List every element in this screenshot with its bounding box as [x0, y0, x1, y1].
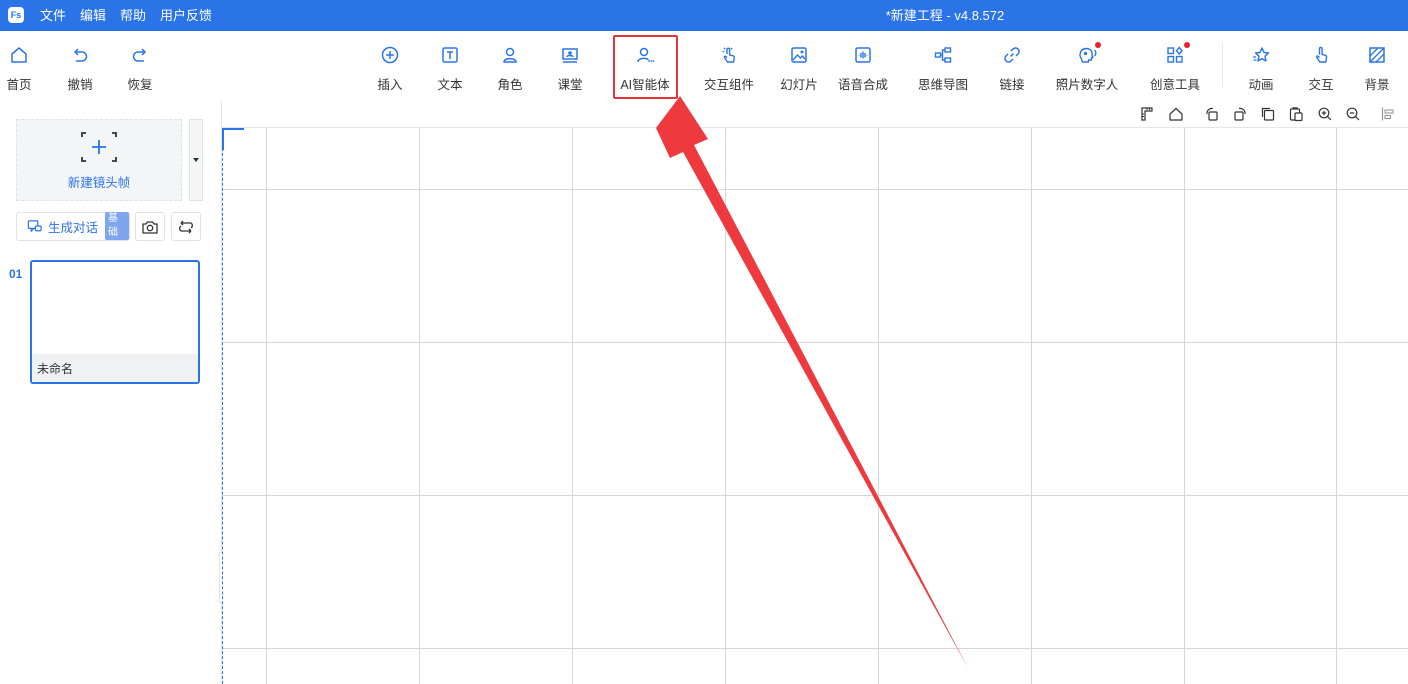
undo-button[interactable]: 撤销	[48, 45, 112, 93]
photo-digital-human-icon	[1079, 47, 1097, 63]
interaction-icon	[1315, 46, 1328, 63]
link-button[interactable]: 链接	[980, 45, 1044, 93]
classroom-button[interactable]: 课堂	[538, 45, 602, 93]
ai-agent-label: AI智能体	[620, 78, 670, 92]
creative-tools-label: 创意工具	[1149, 78, 1200, 92]
background-label: 背景	[1364, 78, 1390, 92]
main-toolbar: 首页 撤销 恢复 插入 文本 角色 课堂 AI智能体 交互组件 幻灯片 语音合成	[0, 31, 1408, 102]
interactive-component-button[interactable]: 交互组件	[697, 45, 761, 93]
switch-icon	[179, 220, 193, 233]
speech-synthesis-button[interactable]: 语音合成	[831, 45, 895, 93]
frame-thumbnail[interactable]: 未命名	[30, 260, 200, 384]
menu-help[interactable]: 帮助	[120, 0, 146, 31]
photo-digital-human-button[interactable]: 照片数字人	[1055, 42, 1119, 93]
undo-label: 撤销	[67, 78, 93, 92]
text-label: 文本	[437, 78, 463, 92]
title-bar: Fs 文件 编辑 帮助 用户反馈 *新建工程 - v4.8.572	[0, 0, 1408, 31]
new-frame-icon	[81, 131, 117, 162]
home-label: 首页	[6, 78, 32, 92]
switch-button[interactable]	[171, 212, 201, 241]
interaction-button[interactable]: 交互	[1289, 45, 1353, 93]
zoom-out-icon[interactable]	[1345, 106, 1361, 122]
role-button[interactable]: 角色	[478, 45, 542, 93]
generate-dialog-button[interactable]: 生成对话 基础	[16, 212, 130, 241]
menu-feedback[interactable]: 用户反馈	[160, 0, 212, 31]
menu-file[interactable]: 文件	[40, 0, 66, 31]
redo-label: 恢复	[127, 78, 153, 92]
photo-digital-human-label: 照片数字人	[1055, 78, 1119, 92]
paste-icon[interactable]	[1288, 106, 1304, 122]
background-icon	[1369, 47, 1385, 63]
chat-icon	[27, 220, 42, 233]
new-frame-label: 新建镜头帧	[67, 175, 131, 190]
camera-icon	[142, 220, 158, 234]
animation-label: 动画	[1248, 78, 1274, 92]
classroom-icon	[562, 48, 578, 63]
classroom-label: 课堂	[557, 78, 583, 92]
canvas-toolbar	[222, 101, 1408, 128]
creative-tools-icon	[1167, 46, 1183, 63]
redo-icon	[132, 48, 147, 62]
text-icon	[442, 47, 458, 63]
interaction-label: 交互	[1308, 78, 1334, 92]
role-label: 角色	[497, 78, 523, 92]
menu-edit[interactable]: 编辑	[80, 0, 106, 31]
canvas-left-guide	[222, 128, 223, 684]
role-icon	[503, 47, 517, 63]
basic-badge: 基础	[105, 212, 129, 240]
screenshot-button[interactable]	[135, 212, 165, 241]
rotate-left-icon[interactable]	[1204, 106, 1220, 122]
frame-number: 01	[9, 267, 23, 281]
insert-label: 插入	[377, 78, 403, 92]
generate-dialog-label: 生成对话	[48, 221, 99, 235]
home-button[interactable]: 首页	[0, 45, 51, 93]
creative-tools-button[interactable]: 创意工具	[1143, 42, 1207, 93]
editor-canvas[interactable]	[222, 128, 1408, 684]
frame-caption: 未命名	[32, 354, 198, 382]
new-indicator-dot	[1095, 42, 1101, 48]
speech-synthesis-icon	[855, 47, 871, 63]
ai-agent-icon	[637, 47, 655, 63]
canvas-corner-marker	[222, 128, 244, 150]
interactive-component-label: 交互组件	[703, 78, 754, 92]
new-indicator-dot	[1184, 42, 1190, 48]
menu-bar: 文件 编辑 帮助 用户反馈	[40, 0, 226, 31]
rotate-right-icon[interactable]	[1232, 106, 1248, 122]
insert-button[interactable]: 插入	[358, 45, 422, 93]
frame-sidebar: 新建镜头帧 生成对话 基础 01 未命名	[0, 101, 222, 684]
interactive-component-icon	[722, 47, 735, 63]
canvas-grid	[222, 128, 1408, 684]
redo-button[interactable]: 恢复	[108, 45, 172, 93]
mind-map-label: 思维导图	[917, 78, 968, 92]
home-icon[interactable]	[1168, 106, 1184, 122]
app-logo: Fs	[8, 7, 24, 23]
new-frame-button[interactable]: 新建镜头帧	[16, 119, 182, 201]
toolbar-divider	[1222, 43, 1223, 87]
slides-label: 幻灯片	[780, 78, 818, 92]
link-icon	[1004, 47, 1020, 63]
copy-icon[interactable]	[1260, 106, 1276, 122]
zoom-in-icon[interactable]	[1317, 106, 1333, 122]
animation-button[interactable]: 动画	[1229, 45, 1293, 93]
home-icon	[11, 47, 27, 63]
undo-icon	[73, 48, 88, 62]
ruler-icon[interactable]	[1139, 106, 1155, 122]
speech-synthesis-label: 语音合成	[837, 78, 888, 92]
animation-icon	[1253, 47, 1270, 62]
ai-agent-button[interactable]: AI智能体	[613, 45, 677, 93]
insert-plus-icon	[381, 46, 399, 64]
new-frame-dropdown[interactable]	[189, 119, 203, 201]
background-button[interactable]: 背景	[1345, 45, 1408, 93]
text-button[interactable]: 文本	[418, 45, 482, 93]
window-title: *新建工程 - v4.8.572	[885, 8, 1005, 23]
link-label: 链接	[999, 78, 1025, 92]
slides-icon	[791, 47, 807, 63]
mind-map-button[interactable]: 思维导图	[911, 45, 975, 93]
mind-map-icon	[934, 47, 952, 63]
slides-button[interactable]: 幻灯片	[767, 45, 831, 93]
align-left-icon[interactable]	[1380, 106, 1396, 122]
